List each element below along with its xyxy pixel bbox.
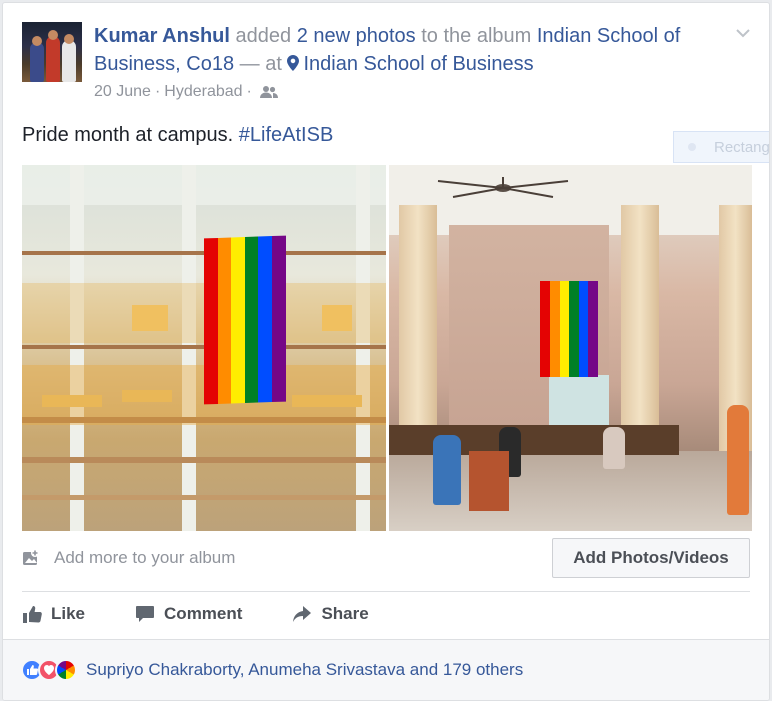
add-more-text: Add more to your album [54,548,236,567]
rainbow-flag [540,281,598,377]
add-more-to-album[interactable]: Add more to your album [22,548,235,568]
location-pin-icon [287,55,300,71]
share-label: Share [321,604,369,623]
comment-label: Comment [164,604,243,623]
add-photos-videos-button[interactable]: Add Photos/Videos [552,538,750,578]
share-button[interactable]: Share [292,604,369,624]
photos-count-link[interactable]: 2 new photos [297,25,416,47]
at-text: — at [239,53,282,75]
ghost-dot [688,143,696,151]
post-date-link[interactable]: 20 June [94,83,151,101]
chevron-down-icon[interactable] [735,25,751,41]
action-text: added [235,25,292,47]
like-button[interactable]: Like [22,604,85,624]
pride-icon [55,659,77,681]
caption-text: Pride month at campus. [22,124,234,146]
location-link[interactable]: Indian School of Business [303,53,533,75]
reactions-summary[interactable]: Supriyo Chakraborty, Anumeha Srivastava … [21,659,523,681]
hashtag-link[interactable]: #LifeAtISB [239,124,334,146]
divider [22,591,750,592]
reactors-text[interactable]: Supriyo Chakraborty, Anumeha Srivastava … [86,660,523,680]
post-caption: Pride month at campus. #LifeAtISB [22,124,333,147]
meta-separator: · [246,83,252,100]
post-city: Hyderabad [164,83,243,100]
friends-icon[interactable] [259,85,278,99]
post-card: Kumar Anshul added 2 new photos to the a… [2,2,770,701]
ghost-rectangle-overlay: Rectang [673,131,770,163]
post-meta: 20 June · Hyderabad · [94,83,278,101]
like-label: Like [51,604,86,623]
action-bar: Like Comment Share [22,599,419,629]
ghost-label: Rectang [714,138,770,156]
to-album-text: to the album [421,25,532,47]
author-name-link[interactable]: Kumar Anshul [94,25,230,47]
post-headline: Kumar Anshul added 2 new photos to the a… [94,22,724,78]
share-icon [293,606,312,622]
comment-icon [136,606,155,622]
like-icon [23,606,42,623]
meta-separator: · [154,83,161,100]
photo-add-icon [23,549,39,565]
comment-button[interactable]: Comment [135,604,242,624]
atrium-photo[interactable] [22,165,386,531]
lobby-photo[interactable] [389,165,752,531]
author-avatar[interactable] [22,22,82,82]
ceiling-fan [437,177,569,198]
rainbow-flag [204,235,286,405]
reactions-bar: Supriyo Chakraborty, Anumeha Srivastava … [3,639,769,700]
